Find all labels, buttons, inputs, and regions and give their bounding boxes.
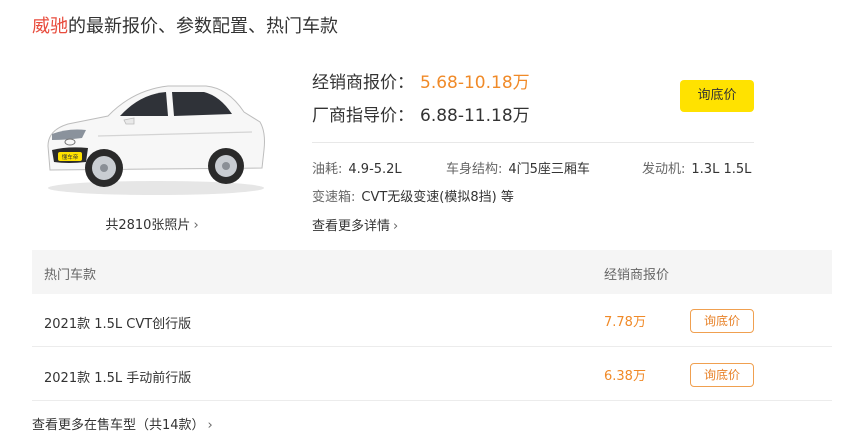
more-details-label: 查看更多详情: [312, 219, 391, 234]
model-name[interactable]: 2021款 1.5L 手动前行版: [44, 367, 191, 386]
dealer-price-row: 经销商报价： 5.68-10.18万: [312, 68, 530, 93]
spec-body-label: 车身结构:: [446, 162, 503, 177]
model-name[interactable]: 2021款 1.5L CVT创行版: [44, 313, 191, 332]
spec-body: 车身结构: 4门5座三厢车: [446, 158, 590, 177]
msrp-price-value: 6.88-11.18万: [420, 106, 530, 126]
spec-gearbox-value: CVT无级变速(模拟8挡) 等: [361, 190, 514, 205]
dealer-price-value: 5.68-10.18万: [420, 73, 530, 93]
spec-gearbox-label: 变速箱:: [312, 190, 356, 205]
model-price: 7.78万: [604, 315, 646, 330]
more-models-label: 查看更多在售车型（共14款）: [32, 418, 205, 433]
table-row[interactable]: 2021款 1.5L CVT创行版 7.78万 询底价: [32, 294, 832, 347]
chevron-right-icon: ›: [207, 418, 213, 433]
badge-logo-text: 懂车帝: [62, 153, 79, 161]
spec-engine-value: 1.3L 1.5L: [691, 162, 752, 177]
photos-link-label: 共2810张照片: [105, 218, 191, 233]
chevron-right-icon: ›: [393, 219, 399, 234]
inquire-price-button[interactable]: 询底价: [690, 309, 754, 333]
column-header-price: 经销商报价: [604, 268, 670, 283]
divider: [312, 142, 754, 143]
car-image[interactable]: 懂车帝: [38, 72, 268, 198]
spec-engine-label: 发动机:: [642, 162, 686, 177]
table-header: 热门车款 经销商报价: [32, 250, 832, 294]
spec-gearbox: 变速箱: CVT无级变速(模拟8挡) 等: [312, 186, 514, 205]
msrp-price-label: 厂商指导价：: [312, 106, 414, 126]
inquire-price-button[interactable]: 询底价: [690, 363, 754, 387]
spec-body-value: 4门5座三厢车: [508, 162, 590, 177]
brand-name[interactable]: 威驰: [32, 16, 68, 37]
column-header-model: 热门车款: [44, 268, 97, 283]
spec-fuel-value: 4.9-5.2L: [348, 162, 402, 177]
spec-fuel-label: 油耗:: [312, 162, 343, 177]
spec-engine: 发动机: 1.3L 1.5L: [642, 158, 751, 177]
spec-fuel: 油耗: 4.9-5.2L: [312, 158, 402, 177]
table-row[interactable]: 2021款 1.5L 手动前行版 6.38万 询底价: [32, 348, 832, 401]
chevron-right-icon: ›: [193, 218, 199, 233]
inquire-price-button[interactable]: 询底价: [680, 80, 754, 112]
more-details-link[interactable]: 查看更多详情 ›: [312, 215, 398, 234]
title-text: 的最新报价、参数配置、热门车款: [68, 16, 338, 37]
photos-link[interactable]: 共2810张照片 ›: [32, 214, 272, 233]
dealer-price-label: 经销商报价：: [312, 73, 414, 93]
page-title: 威驰的最新报价、参数配置、热门车款: [32, 12, 338, 38]
model-price: 6.38万: [604, 369, 646, 384]
msrp-price-row: 厂商指导价： 6.88-11.18万: [312, 101, 530, 126]
more-models-link[interactable]: 查看更多在售车型（共14款） ›: [32, 414, 213, 433]
